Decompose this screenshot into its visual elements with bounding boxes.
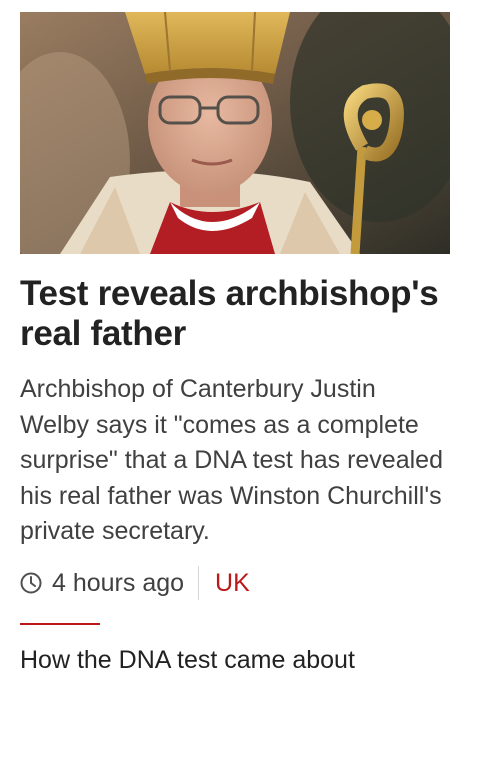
headline[interactable]: Test reveals archbishop's real father	[20, 274, 450, 354]
related-link[interactable]: How the DNA test came about	[20, 643, 450, 677]
story-image[interactable]	[20, 12, 450, 254]
timestamp: 4 hours ago	[52, 568, 185, 597]
clock-icon	[20, 572, 42, 594]
story-summary: Archbishop of Canterbury Justin Welby sa…	[20, 375, 443, 545]
archbishop-photo	[20, 12, 450, 254]
news-card[interactable]: Test reveals archbishop's real father Ar…	[20, 12, 450, 677]
related-divider	[20, 622, 100, 625]
meta-divider	[198, 565, 200, 600]
story-meta: 4 hours ago UK	[20, 564, 450, 602]
section-link-uk[interactable]: UK	[215, 564, 250, 602]
